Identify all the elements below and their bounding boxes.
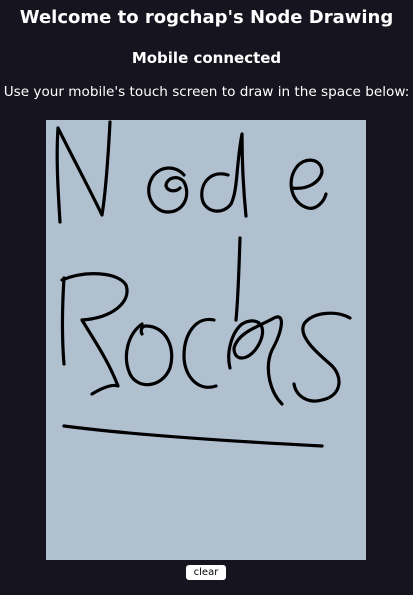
stroke-underline [62, 424, 324, 448]
stroke-r [60, 272, 129, 396]
clear-button[interactable]: clear [186, 565, 226, 580]
stroke-k [227, 315, 284, 406]
stroke-o [147, 166, 189, 214]
drawing-strokes [55, 120, 352, 448]
stroke-s [292, 311, 352, 403]
stroke-n [55, 120, 112, 224]
page-title: Welcome to rogchap's Node Drawing [19, 7, 394, 28]
stroke-d [200, 132, 248, 218]
connection-status: Mobile connected [131, 49, 282, 67]
stroke-o2 [124, 322, 174, 387]
drawing-canvas[interactable] [46, 120, 366, 560]
stroke-c [182, 317, 218, 389]
stroke-e [289, 158, 328, 210]
page: Welcome to rogchap's Node Drawing Mobile… [0, 0, 413, 595]
instructions-text: Use your mobile's touch screen to draw i… [3, 84, 410, 100]
stroke-vertical [234, 236, 242, 322]
